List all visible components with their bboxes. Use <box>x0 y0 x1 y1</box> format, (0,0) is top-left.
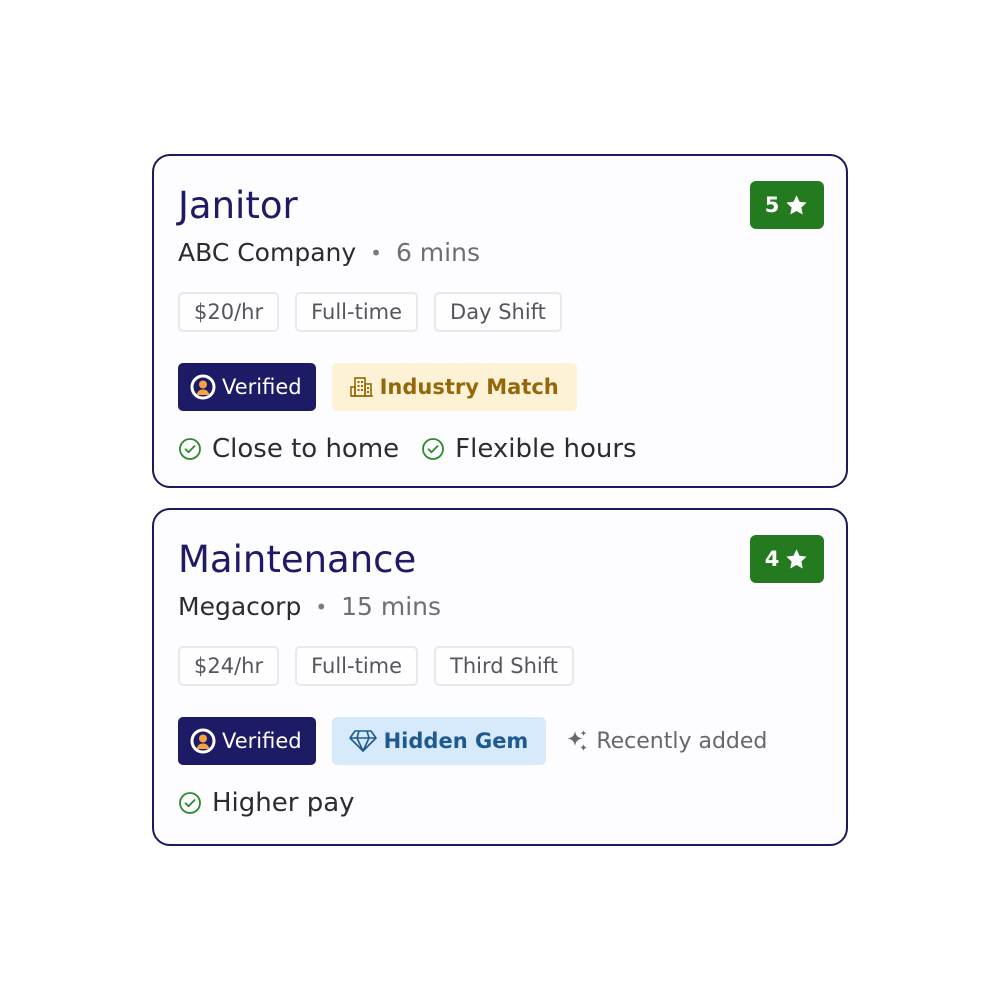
perk-item: Close to home <box>178 434 399 464</box>
job-card-janitor[interactable]: Janitor 5 ABC Company • 6 mins $20/hr Fu… <box>152 154 848 488</box>
diamond-icon <box>348 730 377 752</box>
pay-tag: $20/hr <box>178 292 280 332</box>
hidden-gem-badge: Hidden Gem <box>331 717 547 765</box>
job-title: Janitor <box>178 184 298 227</box>
badge-row: Verified Hidden Gem Recently added <box>178 717 767 765</box>
star-icon <box>786 548 807 568</box>
rating-value: 4 <box>764 547 780 571</box>
company-line: ABC Company • 6 mins <box>178 236 480 270</box>
rating-badge: 4 <box>750 535 824 583</box>
check-circle-icon <box>422 438 445 460</box>
shift-tag: Third Shift <box>434 646 575 686</box>
check-circle-icon <box>179 792 201 814</box>
recently-added-label: Recently added <box>596 728 768 754</box>
company-name: Megacorp <box>178 592 302 621</box>
separator-dot: • <box>370 241 382 265</box>
building-icon <box>349 377 373 397</box>
commute-time: 6 mins <box>395 238 480 267</box>
verified-person-icon <box>190 728 216 754</box>
rating-value: 5 <box>764 193 780 217</box>
job-tags: $24/hr Full-time Third Shift <box>178 646 575 686</box>
verified-person-icon <box>190 374 216 400</box>
industry-match-label: Industry Match <box>379 375 559 399</box>
job-card-maintenance[interactable]: Maintenance 4 Megacorp • 15 mins $24/hr … <box>152 508 848 846</box>
perk-item: Higher pay <box>178 788 355 818</box>
hidden-gem-label: Hidden Gem <box>383 729 529 753</box>
star-icon <box>786 194 807 214</box>
separator-dot: • <box>315 595 328 619</box>
perk-item: Flexible hours <box>421 434 637 464</box>
pay-tag: $24/hr <box>178 646 280 686</box>
badge-row: Verified Industry Match <box>178 363 577 411</box>
company-name: ABC Company <box>178 238 357 267</box>
perk-label: Flexible hours <box>455 434 637 464</box>
sparkle-icon <box>567 730 588 752</box>
job-type-tag: Full-time <box>295 646 419 686</box>
verified-badge: Verified <box>178 717 316 765</box>
job-tags: $20/hr Full-time Day Shift <box>178 292 562 332</box>
industry-match-badge: Industry Match <box>331 363 577 411</box>
commute-time: 15 mins <box>341 592 442 621</box>
check-circle-icon <box>179 438 201 460</box>
job-type-tag: Full-time <box>295 292 419 332</box>
recently-added-indicator: Recently added <box>564 728 767 754</box>
perk-list: Higher pay <box>178 788 355 818</box>
perk-label: Close to home <box>212 434 400 464</box>
job-title: Maintenance <box>178 538 417 581</box>
rating-badge: 5 <box>750 181 824 229</box>
perk-list: Close to home Flexible hours <box>178 434 637 464</box>
shift-tag: Day Shift <box>434 292 562 332</box>
perk-label: Higher pay <box>212 788 355 818</box>
verified-badge: Verified <box>178 363 316 411</box>
company-line: Megacorp • 15 mins <box>178 590 441 624</box>
verified-label: Verified <box>222 729 302 753</box>
verified-label: Verified <box>222 375 302 399</box>
